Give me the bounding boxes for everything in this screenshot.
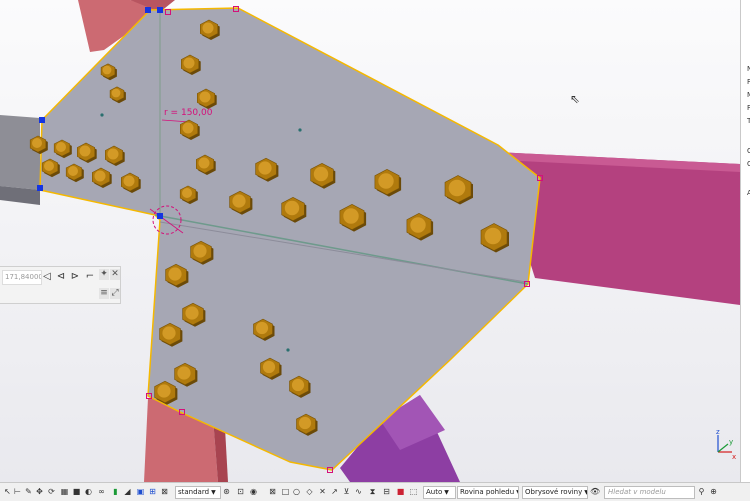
chevron-down-icon: ▼ <box>211 489 216 496</box>
properties-panel-edge[interactable]: N F M F T C C A <box>740 0 750 482</box>
model-search-input[interactable]: Hledat v modelu <box>604 486 695 499</box>
standard-dropdown-label: standard <box>178 488 210 496</box>
selection-handle[interactable] <box>157 7 163 13</box>
axis-x-label: x <box>732 453 736 460</box>
chevron-down-icon: ▼ <box>444 489 449 496</box>
layers-icon[interactable]: ▣ <box>136 487 145 496</box>
link-icon[interactable]: ∞ <box>97 487 106 496</box>
square-icon[interactable]: □ <box>281 487 290 496</box>
visibility-icon[interactable]: 👁 <box>590 487 600 496</box>
pin-icon[interactable]: ✦ <box>99 269 109 280</box>
select-icon[interactable]: ↖ <box>3 487 12 496</box>
arrow-icon[interactable]: ↗ <box>330 487 339 496</box>
model-scene[interactable]: r = 150,00 <box>0 0 740 482</box>
axis-y-label: y <box>729 438 733 446</box>
construction-point[interactable] <box>286 348 290 352</box>
selection-handle[interactable] <box>157 213 163 219</box>
circle-icon[interactable]: ○ <box>292 487 301 496</box>
render-icon[interactable]: ■ <box>72 487 81 496</box>
close-icon[interactable]: ✕ <box>110 269 120 280</box>
move-icon[interactable]: ✥ <box>35 487 44 496</box>
outline-dropdown[interactable]: Obrysové roviny▼ <box>522 486 588 499</box>
cube-icon[interactable]: ⬚ <box>409 487 418 496</box>
diamond-icon[interactable]: ◇ <box>305 487 314 496</box>
align-center-icon[interactable]: ⊲ <box>55 270 67 283</box>
hourglass-icon[interactable]: ⧗ <box>368 487 377 496</box>
radius-dimension-label[interactable]: r = 150,00 <box>164 108 213 118</box>
floating-toolbar[interactable]: 171,84000° ◁ ⊲ ⊳ ⌐ ✦ ✕ ≡ ⤢ <box>0 266 121 304</box>
mouse-pointer-icon: ⇖ <box>570 92 581 106</box>
outline-dropdown-label: Obrysové roviny <box>525 488 583 496</box>
beam-grey-left[interactable] <box>0 115 40 190</box>
plane-dropdown-label: Rovina pohledu <box>460 488 515 496</box>
chevron-down-icon: ▼ <box>584 489 587 496</box>
angle-input[interactable]: 171,84000° <box>2 270 42 285</box>
align-left-icon[interactable]: ◁ <box>41 270 53 283</box>
wave-icon[interactable]: ∿ <box>354 487 363 496</box>
search-icon[interactable]: ⚲ <box>697 487 706 496</box>
merge-icon[interactable]: ⊻ <box>342 487 351 496</box>
box-icon[interactable]: ⊠ <box>268 487 277 496</box>
model-viewport[interactable]: r = 150,00 ⇖ N F M F T C C A 171,84000° … <box>0 0 750 482</box>
component-icon[interactable]: ⊠ <box>160 487 169 496</box>
snap-line-icon[interactable]: ⊡ <box>236 487 245 496</box>
chevron-down-icon: ▼ <box>516 489 518 496</box>
plane-dropdown[interactable]: Rovina pohledu▼ <box>457 486 519 499</box>
corner-icon[interactable]: ⌐ <box>84 270 96 283</box>
zoom-icon[interactable]: ⊕ <box>709 487 718 496</box>
expand-icon[interactable]: ⤢ <box>110 288 120 299</box>
construction-point[interactable] <box>298 128 302 132</box>
auto-dropdown[interactable]: Auto ▼ <box>423 486 456 499</box>
axis-indicator-icon: z y x <box>716 428 736 460</box>
list-icon[interactable]: ≡ <box>99 288 109 299</box>
status-toolbar: ↖ ⊢ ✎ ✥ ⟳ ▦ ■ ◐ ∞ ▮ ◢ ▣ ⊞ ⊠ standard ▼ ⊛ … <box>0 482 750 501</box>
eye-icon[interactable]: ◉ <box>249 487 258 496</box>
snap-point-icon[interactable]: ⊛ <box>222 487 231 496</box>
stop-icon[interactable]: ■ <box>396 487 405 496</box>
auto-dropdown-label: Auto <box>426 488 443 496</box>
axis-z-label: z <box>716 428 720 436</box>
rotate-icon[interactable]: ⟳ <box>47 487 56 496</box>
selection-handle[interactable] <box>37 185 43 191</box>
frame-icon[interactable]: ⊟ <box>382 487 391 496</box>
view-icon[interactable]: ◐ <box>84 487 93 496</box>
selection-handle[interactable] <box>39 117 45 123</box>
shape-icon[interactable]: ◢ <box>123 487 132 496</box>
pencil-icon[interactable]: ✎ <box>24 487 33 496</box>
filter-icon[interactable]: ⊞ <box>148 487 157 496</box>
construction-point[interactable] <box>100 113 104 117</box>
standard-dropdown[interactable]: standard ▼ <box>175 486 221 499</box>
grid-icon[interactable]: ▦ <box>60 487 69 496</box>
selection-handle[interactable] <box>145 7 151 13</box>
align-right-icon[interactable]: ⊳ <box>69 270 81 283</box>
cross-icon[interactable]: ✕ <box>318 487 327 496</box>
snap-icon[interactable]: ⊢ <box>13 487 22 496</box>
paint-icon[interactable]: ▮ <box>111 487 120 496</box>
